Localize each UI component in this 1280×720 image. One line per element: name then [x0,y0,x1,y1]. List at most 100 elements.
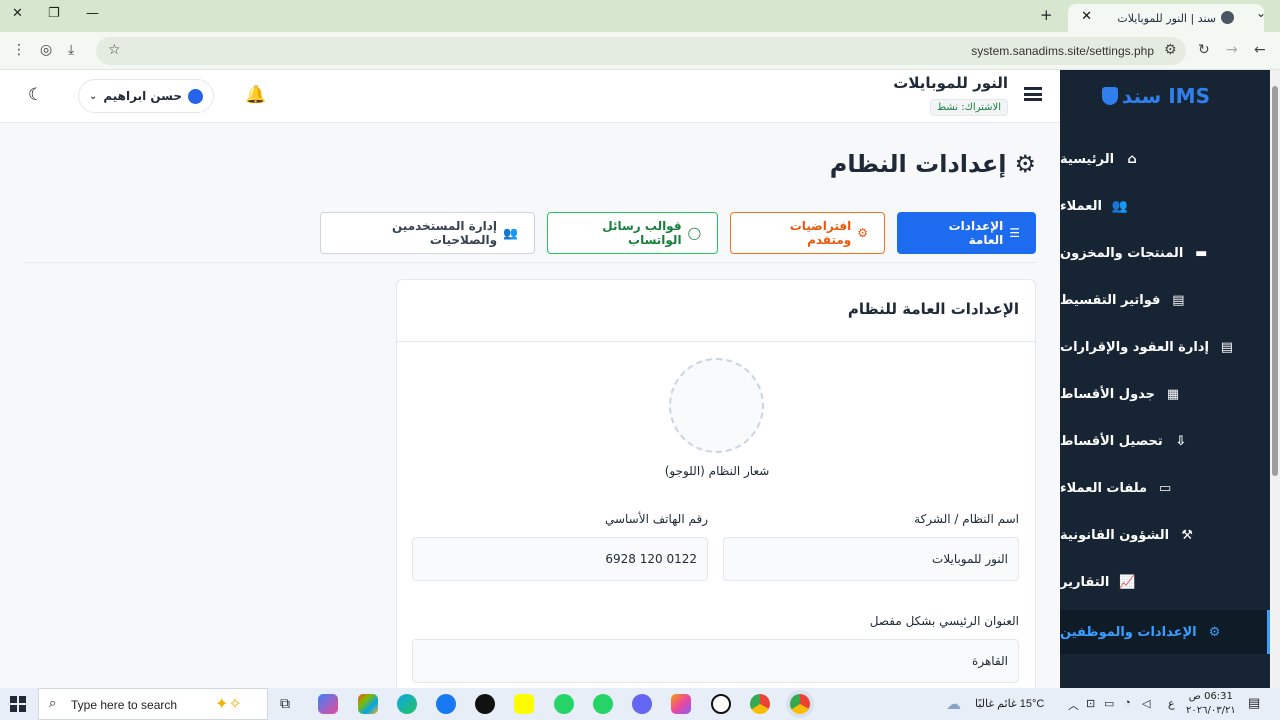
clock[interactable]: 06:31 ص ٢٠٢٦/٠٣/٢١ [1186,690,1236,718]
forward-icon[interactable]: → [1226,42,1238,58]
sidebar-item-invoices[interactable]: ▤ فواتير التقسيط [1060,278,1270,322]
weather-icon: ☁ [946,696,961,713]
wifi-icon[interactable]: ◔ [1124,697,1131,709]
chrome-icon[interactable] [750,694,770,714]
tab-general-settings[interactable]: ☰ الإعدادات العامة [897,212,1036,254]
facebook-icon[interactable] [436,694,456,714]
sidebar-item-files[interactable]: ▭ ملفات العملاء [1060,466,1270,510]
tab-label: إدارة المستخدمين والصلاحيات [392,219,498,247]
notification-bell-icon[interactable]: 🔔 [245,85,266,105]
tab-defaults-advanced[interactable]: ⚙ افتراضيات ومتقدم [730,212,885,254]
page-scrollbar[interactable] [1270,70,1280,688]
sidebar-item-home[interactable]: ⌂ الرئيسية [1060,137,1270,181]
tab-users-permissions[interactable]: 👥 إدارة المستخدمين والصلاحيات [320,212,535,254]
divider [25,262,1036,263]
browser-tab[interactable]: سند | النور للموبايلات ✕ [1068,4,1264,32]
sidebar-item-label: الإعدادات والموظفين [1060,624,1197,640]
windows-start-icon[interactable] [10,696,26,712]
close-window-icon[interactable]: ✕ [12,6,23,21]
tab-label: قوالب رسائل الواتساب [602,219,682,247]
user-menu[interactable]: حسن ابراهيم ⌄ [78,79,214,113]
system-name-field[interactable]: النور للموبايلات [723,537,1019,581]
sidebar-item-label: المنتجات والمخزون [1060,245,1184,261]
address-field[interactable]: القاهرة [412,639,1019,683]
chart-icon: 📈 [1119,575,1136,590]
tiktok-icon[interactable] [475,694,495,714]
search-placeholder: Type here to search [71,698,178,712]
folder-icon: ▭ [1158,481,1172,496]
chevron-up-icon[interactable]: ︿ [1068,697,1079,713]
home-icon: ⌂ [1127,152,1137,167]
user-avatar-icon [188,88,204,104]
box-icon: ▬ [1195,246,1208,261]
site-info-icon[interactable]: ⚙ [1164,42,1177,58]
sidebar-item-legal[interactable]: ⚒ الشؤون القانونية [1060,513,1270,557]
snapchat-icon[interactable] [514,694,534,714]
contract-icon: ▤ [1220,340,1234,355]
task-view-icon[interactable]: ⧉ [280,695,290,712]
tab-title: سند | النور للموبايلات [1117,12,1216,25]
sidebar-item-label: إدارة العقود والإقرارات [1060,339,1209,355]
sidebar-item-contracts[interactable]: ▤ إدارة العقود والإقرارات [1060,325,1270,369]
page-title-text: إعدادات النظام [829,150,1007,178]
chrome-active-icon[interactable] [790,694,810,714]
sidebar-item-label: العملاء [1060,198,1102,214]
restore-window-icon[interactable]: ❐ [48,6,60,21]
sparkle-icon: ✦✧ [215,694,242,713]
favicon-icon [1221,11,1234,24]
sidebar-item-label: الرئيسية [1060,151,1115,167]
phone-field[interactable]: 0122 120 6928 [412,537,708,581]
sidebar-item-schedule[interactable]: ▦ جدول الأقساط [1060,372,1270,416]
whatsapp-taskbar-icon[interactable] [593,694,613,714]
tray-icon-meet[interactable]: ⊡ [1086,697,1095,710]
store-icon[interactable] [358,694,378,714]
settings-tabs: ☰ الإعدادات العامة ⚙ افتراضيات ومتقدم ◯ قوا… [320,212,1036,254]
taskbar-search[interactable]: ⌕ Type here to search ✦✧ [38,688,268,720]
sidebar-item-products[interactable]: ▬ المنتجات والمخزون [1060,231,1270,275]
tab-close-icon[interactable]: ✕ [1081,9,1092,24]
whatsapp-business-icon[interactable] [554,694,574,714]
brand-logo[interactable]: سند IMS [1101,84,1210,108]
sidebar-item-customers[interactable]: 👥 العملاء [1060,184,1270,228]
address-bar[interactable]: ☆ system.sanadims.site/settings.php ⚙ [96,37,1186,65]
battery-icon[interactable]: ▭ [1104,697,1114,710]
browser-menu-icon[interactable]: ⋮ [12,42,26,58]
sidebar-item-settings[interactable]: ⚙ الإعدادات والموظفين [1060,610,1270,654]
bookmark-star-icon[interactable]: ☆ [108,42,121,58]
notifications-icon[interactable]: ▤ [1248,695,1260,711]
profile-icon[interactable]: ◎ [40,42,52,58]
back-icon[interactable]: ← [1254,42,1266,58]
download-icon[interactable]: ⤓ [68,42,74,58]
edge-icon[interactable] [397,694,417,714]
sidebar-item-label: ملفات العملاء [1060,480,1148,496]
page-title: ⚙ إعدادات النظام [830,150,1036,178]
tab-search-chevron-icon[interactable]: ⌄ [1256,6,1266,20]
os-taskbar: ⌕ Type here to search ✦✧ ⧉ ☁ 15°C غائم غ… [0,688,1280,720]
invoice-icon: ▤ [1172,293,1185,308]
clock-date: ٢٠٢٦/٠٣/٢١ [1186,705,1236,716]
system-name-label: اسم النظام / الشركة [914,512,1019,526]
scrollbar-thumb[interactable] [1272,86,1278,476]
clock-time: 06:31 ص [1188,691,1233,702]
copilot-icon[interactable] [318,694,338,714]
sidebar-item-label: الشؤون القانونية [1060,527,1170,543]
minimize-window-icon[interactable]: — [86,6,99,21]
volume-icon[interactable]: ◁ [1142,697,1150,710]
logo-upload[interactable] [669,358,764,453]
new-tab-icon[interactable]: + [1040,6,1053,24]
instagram-icon[interactable] [671,694,691,714]
sidebar-item-label: جدول الأقساط [1060,386,1156,402]
general-settings-card: الإعدادات العامة للنظام شعار النظام (الل… [396,279,1036,688]
hamburger-menu-icon[interactable] [1024,87,1042,101]
chatgpt-icon[interactable] [711,694,731,714]
shop-name: النور للموبايلات [893,74,1008,92]
search-icon: ⌕ [49,696,57,711]
tab-whatsapp-templates[interactable]: ◯ قوالب رسائل الواتساب [547,212,718,254]
messenger-icon[interactable] [632,694,652,714]
browser-toolbar: ⋮ ◎ ⤓ ☆ system.sanadims.site/settings.ph… [0,32,1280,70]
dark-mode-moon-icon[interactable]: ☾ [28,85,43,105]
sidebar-item-collection[interactable]: ⇩ تحصيل الأقساط [1060,419,1270,463]
language-indicator[interactable]: ع [1168,697,1175,710]
sidebar-item-reports[interactable]: 📈 التقارير [1060,560,1270,604]
reload-icon[interactable]: ↻ [1198,42,1210,58]
